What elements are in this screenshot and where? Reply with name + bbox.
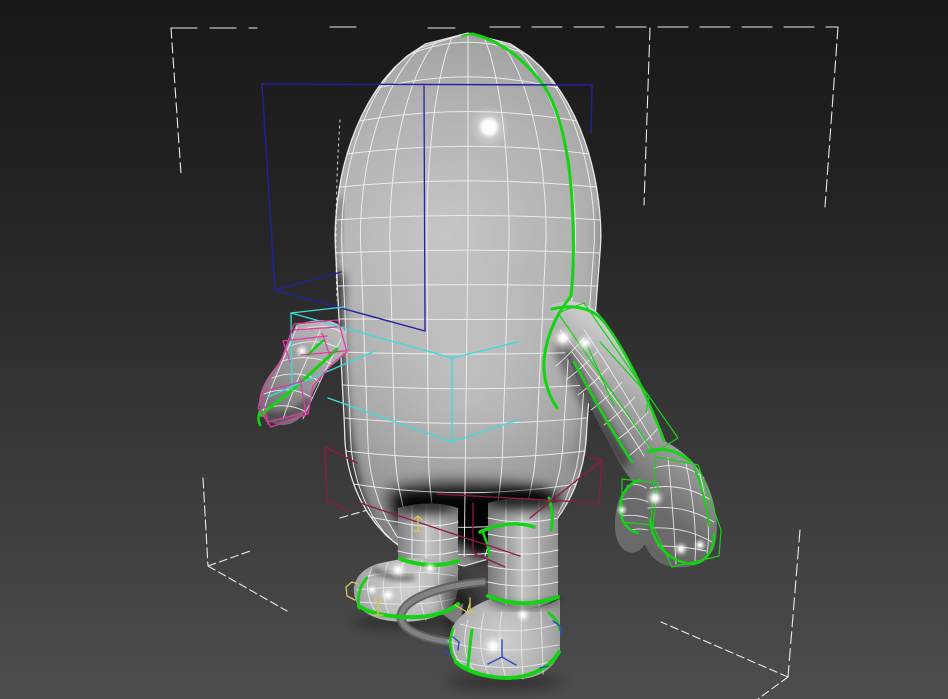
right-leg[interactable] xyxy=(485,490,559,610)
viewport[interactable] xyxy=(0,0,948,699)
viewport-canvas[interactable] xyxy=(0,0,948,699)
